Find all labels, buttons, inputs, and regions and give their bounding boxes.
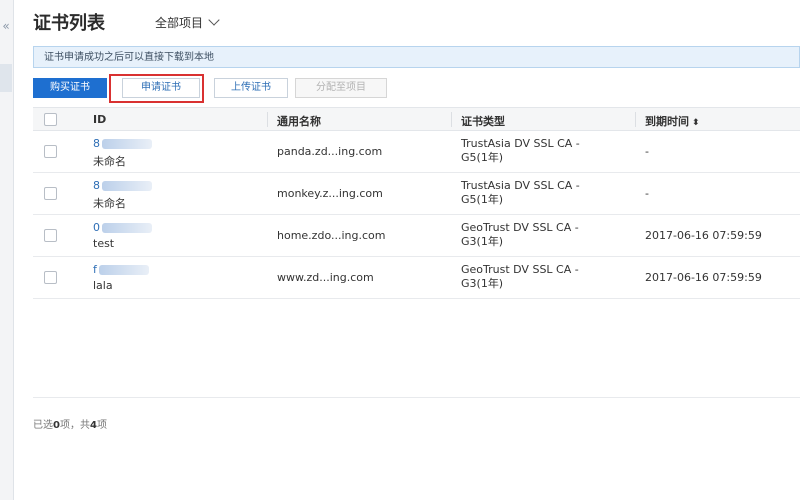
column-divider [635, 112, 636, 127]
cert-type-line1: GeoTrust DV SSL CA - [461, 263, 579, 276]
cert-type-line1: GeoTrust DV SSL CA - [461, 221, 579, 234]
cert-id: 8 [93, 137, 100, 150]
row-checkbox[interactable] [44, 229, 57, 242]
row-checkbox[interactable] [44, 145, 57, 158]
cert-common-name: www.zd...ing.com [277, 271, 374, 284]
column-divider [451, 112, 452, 127]
cert-expiry: - [645, 187, 649, 200]
page-title: 证书列表 [33, 13, 105, 34]
summary-prefix: 已选 [33, 420, 53, 431]
assign-to-project-button: 分配至项目 [295, 78, 387, 98]
selection-summary: 已选0项，共4项 [33, 416, 107, 431]
cert-common-name: monkey.z...ing.com [277, 187, 383, 200]
table-row: 0 test home.zdo...ing.com GeoTrust DV SS… [33, 215, 800, 257]
upload-certificate-button[interactable]: 上传证书 [214, 78, 288, 98]
column-divider [267, 112, 268, 127]
row-checkbox[interactable] [44, 271, 57, 284]
header-expiry-label: 到期时间 [645, 115, 689, 128]
cert-id: 0 [93, 221, 100, 234]
cert-id-link[interactable]: 8 [93, 179, 152, 192]
cert-type: TrustAsia DV SSL CA - G5(1年) [461, 179, 611, 207]
cert-alias: lala [93, 279, 113, 292]
project-selector[interactable]: 全部项目 [155, 14, 220, 31]
cert-id-link[interactable]: 0 [93, 221, 152, 234]
summary-suffix: 项 [96, 420, 107, 431]
row-checkbox[interactable] [44, 187, 57, 200]
total-count: 4 [89, 420, 97, 431]
info-notice: 证书申请成功之后可以直接下载到本地 [33, 46, 800, 68]
cert-type-line2: G3(1年) [461, 235, 504, 248]
selected-count: 0 [53, 420, 60, 431]
cert-type: TrustAsia DV SSL CA - G5(1年) [461, 137, 611, 165]
cert-expiry: 2017-06-16 07:59:59 [645, 229, 762, 242]
divider [33, 397, 800, 398]
cert-type-line2: G5(1年) [461, 193, 504, 206]
table-row: 8 未命名 panda.zd...ing.com TrustAsia DV SS… [33, 131, 800, 173]
cert-alias: 未命名 [93, 197, 126, 210]
chevron-down-icon [208, 14, 220, 26]
redacted-text [102, 139, 152, 149]
cert-id: 8 [93, 179, 100, 192]
cert-id: f [93, 263, 97, 276]
cert-type-line2: G3(1年) [461, 277, 504, 290]
cert-common-name: home.zdo...ing.com [277, 229, 386, 242]
sidebar-selected-item[interactable] [0, 64, 12, 92]
header-expiry[interactable]: 到期时间 ⬍ [645, 113, 700, 129]
cert-alias: test [93, 237, 115, 250]
table-header: ID 通用名称 证书类型 到期时间 ⬍ [33, 107, 800, 131]
buy-certificate-button[interactable]: 购买证书 [33, 78, 107, 98]
table-row: 8 未命名 monkey.z...ing.com TrustAsia DV SS… [33, 173, 800, 215]
sort-icon[interactable]: ⬍ [692, 118, 700, 128]
cert-type-line1: TrustAsia DV SSL CA - [461, 137, 580, 150]
redacted-text [102, 223, 152, 233]
header-id: ID [93, 113, 107, 126]
project-selector-label: 全部项目 [155, 16, 204, 30]
cert-type-line2: G5(1年) [461, 151, 504, 164]
sidebar-collapse-icon[interactable]: « [0, 18, 12, 34]
select-all-checkbox[interactable] [44, 113, 57, 126]
highlight-box [109, 74, 204, 103]
summary-middle: 项，共 [59, 420, 90, 431]
cert-expiry: 2017-06-16 07:59:59 [645, 271, 762, 284]
sidebar: « [0, 0, 14, 500]
cert-id-link[interactable]: 8 [93, 137, 152, 150]
header-cert-type: 证书类型 [461, 115, 505, 128]
cert-common-name: panda.zd...ing.com [277, 145, 383, 158]
cert-id-link[interactable]: f [93, 263, 149, 276]
cert-type: GeoTrust DV SSL CA - G3(1年) [461, 263, 611, 291]
redacted-text [102, 181, 152, 191]
cert-expiry: - [645, 145, 649, 158]
cert-alias: 未命名 [93, 155, 126, 168]
cert-type: GeoTrust DV SSL CA - G3(1年) [461, 221, 611, 249]
table-row: f lala www.zd...ing.com GeoTrust DV SSL … [33, 257, 800, 299]
header-common-name: 通用名称 [277, 115, 321, 128]
redacted-text [98, 265, 149, 275]
cert-type-line1: TrustAsia DV SSL CA - [461, 179, 580, 192]
